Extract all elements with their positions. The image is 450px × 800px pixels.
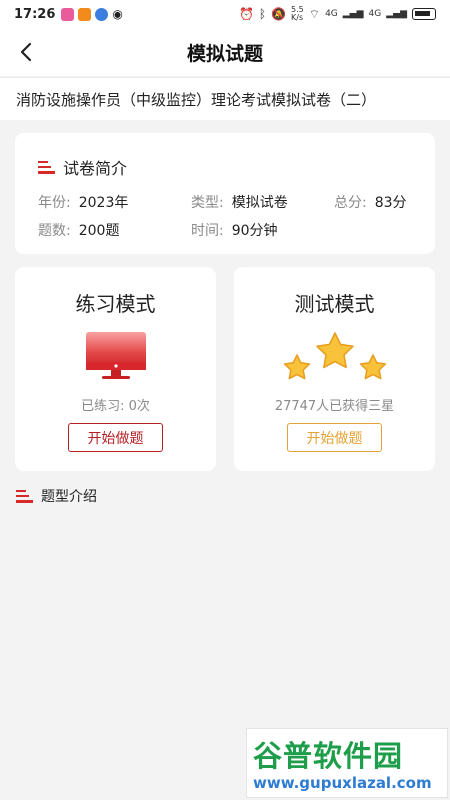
alarm-icon: ⏰: [238, 7, 254, 21]
count-label: 题数:: [38, 223, 71, 239]
mute-icon: 🔕: [271, 7, 287, 21]
question-types-heading: 题型介绍: [41, 489, 97, 505]
video-app-icon: [78, 7, 92, 21]
type-label: 类型:: [191, 195, 224, 211]
test-mode-card[interactable]: 测试模式 27747人已获得三星 开始做题: [234, 267, 435, 471]
exam-intro-card: 试卷简介 年份: 2023年 类型: 模拟试卷 总分: 83分 题数: 200题 时间:…: [15, 133, 435, 254]
eye-icon: ◉: [112, 7, 123, 21]
year-label: 年份:: [38, 195, 71, 211]
watermark-url: www.gupuxlazal.com: [253, 774, 432, 792]
signal-bars-icon: ▂▄▆: [386, 9, 407, 19]
list-icon: [38, 160, 55, 174]
intro-header: 试卷简介: [38, 155, 127, 179]
page-title: 模拟试题: [186, 42, 263, 65]
test-mode-title: 测试模式: [294, 292, 375, 316]
top-nav-bar: 模拟试题: [0, 28, 450, 76]
browser-app-icon: [95, 7, 109, 21]
signal-bars-icon: ▂▄▆: [342, 9, 364, 19]
watermark: 谷普软件园 www.gupuxlazal.com: [246, 728, 448, 798]
status-bar: 17:26 ◉ ⏰ ᛒ 🔕 5.5 K/s ⌔ 4G ▂▄▆ 4G ▂▄▆: [0, 0, 450, 28]
score-label: 总分:: [334, 195, 367, 211]
start-test-button[interactable]: 开始做题: [287, 423, 382, 452]
signal-label-1: 4G: [325, 9, 338, 19]
exam-title: 消防设施操作员（中级监控）理论考试模拟试卷（二）: [0, 77, 450, 120]
practice-count: 已练习: 0次: [81, 399, 150, 414]
score-value: 83分: [374, 195, 407, 211]
question-types-header: 题型介绍: [16, 486, 97, 506]
status-indicators: ⏰ ᛒ 🔕 5.5 K/s ⌔ 4G ▂▄▆ 4G ▂▄▆: [239, 6, 436, 22]
status-time: 17:26: [14, 6, 56, 22]
monitor-icon: [15, 331, 216, 389]
info-count: 题数: 200题: [38, 220, 119, 240]
battery-icon: [412, 8, 436, 20]
practice-mode-card[interactable]: 练习模式 已练习: 0次 开始做题: [15, 267, 216, 471]
time-label: 时间:: [191, 223, 224, 239]
wifi-icon: ⌔: [308, 6, 321, 21]
network-speed: 5.5 K/s: [291, 5, 304, 22]
info-score: 总分: 83分: [334, 192, 407, 212]
time-value: 90分钟: [231, 223, 278, 239]
info-year: 年份: 2023年: [38, 192, 128, 212]
chevron-left-icon: [20, 42, 32, 62]
practice-mode-title: 练习模式: [75, 292, 156, 316]
list-icon: [16, 489, 33, 503]
back-button[interactable]: [12, 38, 40, 66]
watermark-brand: 谷普软件园: [253, 739, 404, 773]
bluetooth-icon: ᛒ: [258, 7, 267, 21]
info-time: 时间: 90分钟: [191, 220, 278, 240]
signal-label-2: 4G: [368, 9, 382, 19]
type-value: 模拟试卷: [231, 195, 288, 211]
count-value: 200题: [78, 223, 120, 239]
app-notification-icon: [61, 7, 75, 21]
intro-heading: 试卷简介: [63, 159, 128, 178]
info-type: 类型: 模拟试卷: [191, 192, 288, 212]
three-stars-icon: [234, 331, 435, 389]
three-star-count: 27747人已获得三星: [274, 399, 395, 414]
year-value: 2023年: [78, 195, 129, 211]
start-practice-button[interactable]: 开始做题: [68, 423, 163, 452]
